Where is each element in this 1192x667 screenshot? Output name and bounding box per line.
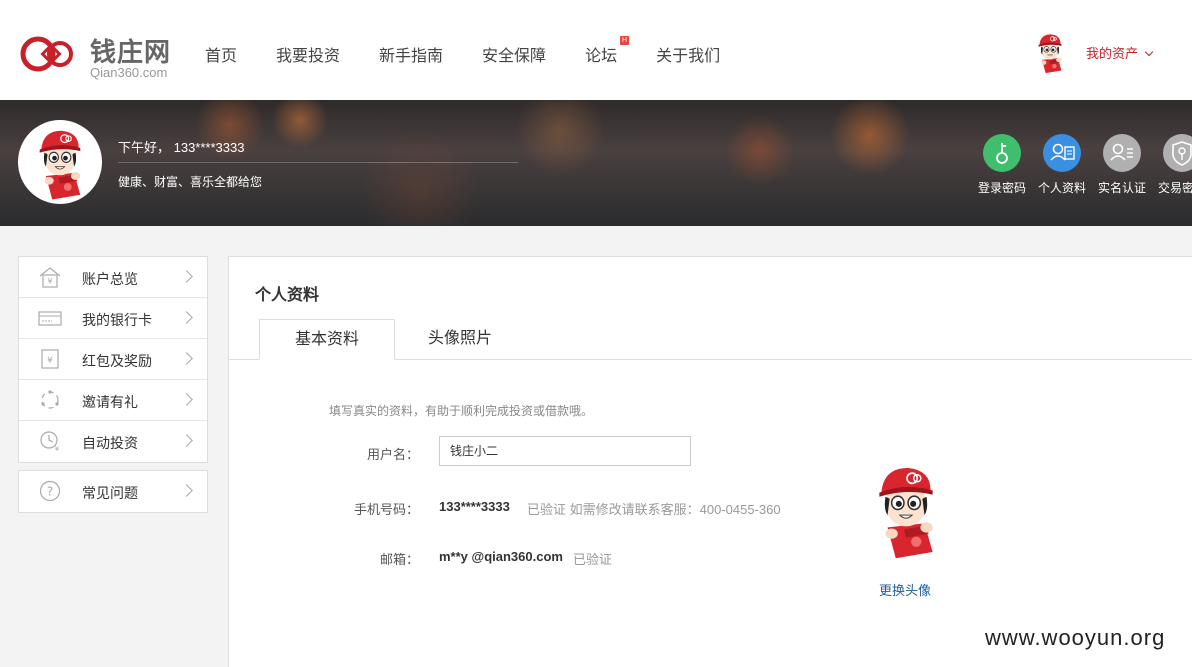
nav-guide[interactable]: 新手指南 <box>379 42 443 66</box>
logo-text: 钱庄网 <box>90 37 172 67</box>
svg-text:?: ? <box>47 485 53 499</box>
security-status-icons: 登录密码 个人资料 实名认证 交易密码 <box>972 134 1192 196</box>
clock-yen-icon: ¥ <box>40 431 60 452</box>
sidebar-item-rewards[interactable]: ¥ 红包及奖励 <box>19 339 207 380</box>
tab-basic-info[interactable]: 基本资料 <box>259 319 395 360</box>
my-assets-label: 我的资产 <box>1086 46 1139 61</box>
security-label: 登录密码 <box>977 181 1026 195</box>
red-envelope-icon: ¥ <box>41 349 59 369</box>
banner-avatar <box>18 120 102 204</box>
id-card-icon <box>1103 134 1141 172</box>
email-label: 邮箱： <box>379 552 419 567</box>
sidebar-item-auto-invest[interactable]: ¥ 自动投资 <box>19 421 207 462</box>
nav-invest[interactable]: 我要投资 <box>276 42 340 66</box>
watermark-text: www.wooyun.org <box>985 625 1166 650</box>
profile-card-icon <box>1043 134 1081 172</box>
mascot-avatar-icon <box>21 123 99 201</box>
key-icon <box>983 134 1021 172</box>
sidebar-item-label: 我的银行卡 <box>82 312 152 328</box>
phone-status: 已验证 如需修改请联系客服：400-0455-360 <box>527 502 781 517</box>
account-banner: 下午好， 133****3333 健康、财富、喜乐全都给您 登录密码 个人资料 … <box>0 100 1192 226</box>
main-nav: 首页 我要投资 新手指南 安全保障 论坛 H 关于我们 <box>205 36 759 66</box>
change-avatar-link[interactable]: 更换头像 <box>879 580 931 599</box>
chevron-down-icon <box>1144 47 1154 57</box>
nav-home[interactable]: 首页 <box>205 42 237 66</box>
site-logo[interactable]: 钱庄网 Qian360.com <box>18 30 188 80</box>
banner-divider <box>118 162 518 163</box>
chevron-right-icon <box>180 484 193 497</box>
profile-panel: 个人资料 基本资料 头像照片 填写真实的资料，有助于顺利完成投资或借款哦。 用户… <box>228 256 1192 667</box>
bank-card-icon <box>38 311 62 326</box>
sidebar-item-faq[interactable]: ? 常见问题 <box>19 471 207 512</box>
svg-text:¥: ¥ <box>47 277 52 286</box>
email-status: 已验证 <box>573 552 613 567</box>
email-value: m**y @qian360.com <box>439 549 563 564</box>
home-yen-icon: ¥ <box>39 267 61 288</box>
sidebar-item-label: 邀请有礼 <box>82 394 138 410</box>
profile-avatar-image <box>865 457 947 561</box>
nav-forum-label: 论坛 <box>585 48 618 65</box>
sidebar-item-overview[interactable]: ¥ 账户总览 <box>19 257 207 298</box>
user-avatar[interactable] <box>1030 30 1070 74</box>
security-trade-password[interactable]: 交易密码 <box>1152 134 1192 196</box>
chevron-right-icon <box>180 270 193 283</box>
chevron-right-icon <box>180 352 193 365</box>
username-label: 用户名： <box>366 447 419 462</box>
svg-text:¥: ¥ <box>47 356 53 366</box>
greeting-text: 下午好， 133****3333 <box>118 140 245 155</box>
username-field[interactable]: 钱庄小二 <box>439 436 691 466</box>
nav-security[interactable]: 安全保障 <box>482 42 546 66</box>
chevron-right-icon <box>180 434 193 447</box>
page-title: 个人资料 <box>255 287 320 304</box>
question-icon: ? <box>39 480 61 502</box>
security-realname[interactable]: 实名认证 <box>1092 134 1152 196</box>
sidebar-item-bank-card[interactable]: 我的银行卡 <box>19 298 207 339</box>
top-header: 钱庄网 Qian360.com 首页 我要投资 新手指南 安全保障 论坛 H 关… <box>0 0 1192 100</box>
invite-icon <box>41 390 59 409</box>
sidebar-item-label: 自动投资 <box>82 435 138 451</box>
chevron-right-icon <box>180 311 193 324</box>
logo-domain: Qian360.com <box>90 65 168 80</box>
security-label: 实名认证 <box>1097 181 1146 195</box>
chevron-right-icon <box>180 393 193 406</box>
shield-key-icon <box>1163 134 1192 172</box>
logo-mark-icon <box>20 36 73 72</box>
sidebar-faq-group: ? 常见问题 <box>18 470 208 513</box>
my-assets-dropdown[interactable]: 我的资产 <box>1086 43 1154 62</box>
forum-hot-badge: H <box>620 36 630 45</box>
security-label: 交易密码 <box>1157 181 1192 195</box>
nav-about[interactable]: 关于我们 <box>656 42 720 66</box>
sidebar-menu: ¥ 账户总览 我的银行卡 ¥ 红包及奖励 邀请有礼 ¥ 自动投资 <box>18 256 208 463</box>
phone-value: 133****3333 <box>439 499 510 514</box>
svg-text:¥: ¥ <box>55 445 60 452</box>
security-login-password[interactable]: 登录密码 <box>972 134 1032 196</box>
sidebar-item-label: 常见问题 <box>82 485 138 501</box>
tagline-text: 健康、财富、喜乐全都给您 <box>118 175 263 189</box>
tab-avatar-photo[interactable]: 头像照片 <box>395 319 525 360</box>
security-label: 个人资料 <box>1037 181 1086 195</box>
phone-label: 手机号码： <box>353 502 419 517</box>
sidebar-item-invite[interactable]: 邀请有礼 <box>19 380 207 421</box>
security-profile[interactable]: 个人资料 <box>1032 134 1092 196</box>
sidebar-item-label: 账户总览 <box>82 271 138 287</box>
form-hint: 填写真实的资料，有助于顺利完成投资或借款哦。 <box>329 404 594 418</box>
nav-forum[interactable]: 论坛 H <box>585 36 630 66</box>
sidebar-item-label: 红包及奖励 <box>82 353 152 369</box>
